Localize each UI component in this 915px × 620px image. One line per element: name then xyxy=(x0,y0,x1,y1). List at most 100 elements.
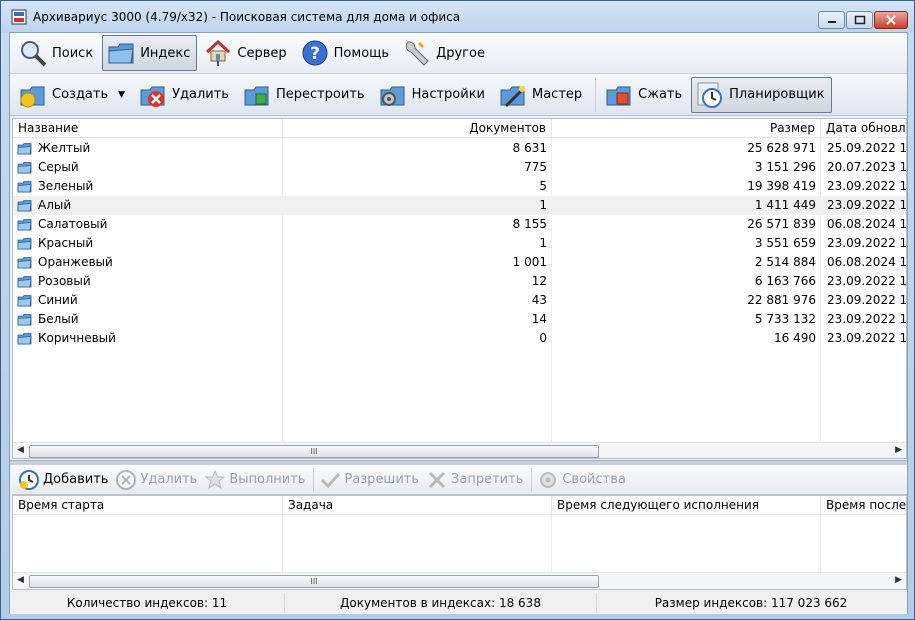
scroll-right-icon[interactable]: ▶ xyxy=(895,445,902,455)
table-row[interactable]: Зеленый 5 19 398 419 23.09.2022 11 xyxy=(13,177,906,196)
delete-index-button[interactable]: Удалить xyxy=(134,77,236,113)
status-bar: Количество индексов: 11 Документов в инд… xyxy=(10,591,907,614)
scroll-left-icon[interactable]: ◀ xyxy=(17,575,24,585)
nav-other-button[interactable]: Другое xyxy=(398,35,492,71)
nav-other-label: Другое xyxy=(436,45,485,61)
col-header-size[interactable]: Размер xyxy=(552,119,821,138)
scheduler-button[interactable]: Планировщик xyxy=(691,76,832,113)
cell-docs: 8 631 xyxy=(512,141,547,155)
create-dropdown-icon[interactable]: ▼ xyxy=(118,90,125,100)
cell-date: 23.09.2022 11 xyxy=(827,198,907,212)
wizard-label: Мастер xyxy=(532,87,583,102)
index-hscrollbar[interactable]: ◀ III ▶ xyxy=(13,442,906,458)
clock-icon xyxy=(697,82,723,108)
scroll-right-icon[interactable]: ▶ xyxy=(895,575,902,585)
scheduler-label: Планировщик xyxy=(729,87,825,102)
maximize-icon xyxy=(854,15,865,25)
cell-name: Белый xyxy=(17,310,279,329)
folder-icon xyxy=(17,142,32,154)
scroll-thumb[interactable]: III xyxy=(29,575,599,588)
title-bar[interactable]: Архивариус 3000 (4.79/x32) - Поисковая с… xyxy=(1,1,914,33)
maximize-button[interactable] xyxy=(846,11,873,29)
cell-name: Красный xyxy=(17,234,279,253)
nav-search-button[interactable]: Поиск xyxy=(14,35,100,71)
cell-date: 06.08.2024 13 xyxy=(827,255,907,269)
toolbar-separator xyxy=(531,467,533,492)
table-row[interactable]: Алый 1 1 411 449 23.09.2022 11 xyxy=(13,196,906,215)
allow-task-button[interactable]: Разрешить xyxy=(317,467,424,493)
col-header-last-run[interactable]: Время послед xyxy=(821,496,906,515)
cell-docs: 8 155 xyxy=(512,217,547,231)
table-row[interactable]: Желтый 8 631 25 628 971 25.09.2022 17 xyxy=(13,139,906,158)
table-row[interactable]: Синий 43 22 881 976 23.09.2022 11 xyxy=(13,291,906,310)
cell-docs: 12 xyxy=(531,274,547,288)
add-task-button[interactable]: Добавить xyxy=(16,467,113,493)
col-header-name[interactable]: Название xyxy=(13,119,283,138)
schedule-table[interactable]: Время старта Задача Время следующего исп… xyxy=(12,495,907,590)
remove-task-button[interactable]: Удалить xyxy=(113,467,202,493)
deny-task-icon xyxy=(428,471,446,488)
table-row[interactable]: Оранжевый 1 001 2 514 884 06.08.2024 13 xyxy=(13,253,906,272)
table-row[interactable]: Красный 1 3 551 659 23.09.2022 11 xyxy=(13,234,906,253)
add-task-label: Добавить xyxy=(43,472,109,487)
rebuild-button[interactable]: Перестроить xyxy=(238,77,372,113)
create-label: Создать xyxy=(52,87,109,102)
client-area: Поиск Индекс Сервер ? Помощь Другое Созд… xyxy=(9,32,908,614)
folder-icon xyxy=(108,43,134,64)
cell-date: 25.09.2022 17 xyxy=(827,141,907,155)
scroll-thumb[interactable]: III xyxy=(29,445,599,458)
schedule-hscrollbar[interactable]: ◀ III ▶ xyxy=(13,572,906,589)
settings-label: Настройки xyxy=(411,87,485,102)
scroll-left-icon[interactable]: ◀ xyxy=(17,445,24,455)
run-task-button[interactable]: Выполнить xyxy=(202,467,310,493)
window-title: Архивариус 3000 (4.79/x32) - Поисковая с… xyxy=(33,10,461,24)
cell-docs: 43 xyxy=(531,293,547,307)
nav-index-button[interactable]: Индекс xyxy=(102,35,198,71)
col-header-task[interactable]: Задача xyxy=(283,496,552,515)
index-name: Зеленый xyxy=(38,179,94,193)
index-name: Коричневый xyxy=(38,331,116,345)
col-header-date[interactable]: Дата обновле xyxy=(821,119,906,138)
table-row[interactable]: Белый 14 5 733 132 23.09.2022 11 xyxy=(13,310,906,329)
nav-toolbar: Поиск Индекс Сервер ? Помощь Другое xyxy=(10,33,907,74)
status-index-size: Размер индексов: 117 023 662 xyxy=(654,595,848,610)
table-row[interactable]: Серый 775 3 151 296 20.07.2023 18 xyxy=(13,158,906,177)
deny-task-button[interactable]: Запретить xyxy=(424,467,528,493)
properties-button[interactable]: Свойства xyxy=(535,467,631,493)
index-name: Оранжевый xyxy=(38,255,113,269)
properties-label: Свойства xyxy=(562,472,626,487)
cell-size: 2 514 884 xyxy=(754,255,816,269)
cell-name: Розовый xyxy=(17,272,279,291)
table-row[interactable]: Розовый 12 6 163 766 23.09.2022 11 xyxy=(13,272,906,291)
scheduler-toolbar: Добавить Удалить Выполнить Разрешить Зап… xyxy=(12,465,907,495)
cell-name: Коричневый xyxy=(17,329,279,348)
create-button[interactable]: Создать ▼ xyxy=(14,77,132,113)
cell-size: 16 490 xyxy=(774,331,816,345)
toolbar-separator xyxy=(595,77,597,112)
index-name: Алый xyxy=(38,198,72,212)
allow-task-icon xyxy=(321,472,341,488)
compress-icon xyxy=(606,86,631,105)
cell-date: 23.09.2022 11 xyxy=(827,293,907,307)
col-header-docs[interactable]: Документов xyxy=(283,119,552,138)
close-button[interactable] xyxy=(874,11,908,29)
rebuild-icon xyxy=(244,86,269,105)
cell-date: 23.09.2022 11 xyxy=(827,179,907,193)
nav-server-label: Сервер xyxy=(237,45,287,61)
nav-search-label: Поиск xyxy=(52,45,94,61)
minimize-button[interactable] xyxy=(818,11,845,29)
wizard-button[interactable]: Мастер xyxy=(494,77,589,113)
table-row[interactable]: Коричневый 0 16 490 23.09.2022 11 xyxy=(13,329,906,348)
index-name: Розовый xyxy=(38,274,91,288)
table-row[interactable]: Салатовый 8 155 26 571 839 06.08.2024 13 xyxy=(13,215,906,234)
col-header-next-run[interactable]: Время следующего исполнения xyxy=(552,496,821,515)
cell-name: Салатовый xyxy=(17,215,279,234)
settings-button[interactable]: Настройки xyxy=(374,77,492,113)
nav-server-button[interactable]: Сервер xyxy=(199,35,293,71)
status-doc-count: Документов в индексах: 18 638 xyxy=(285,592,597,613)
nav-help-button[interactable]: ? Помощь xyxy=(296,35,396,71)
index-table[interactable]: Название Документов Размер Дата обновле … xyxy=(12,118,907,459)
compress-button[interactable]: Сжать xyxy=(600,77,689,113)
folder-icon xyxy=(17,256,32,268)
col-header-start-time[interactable]: Время старта xyxy=(13,496,283,515)
